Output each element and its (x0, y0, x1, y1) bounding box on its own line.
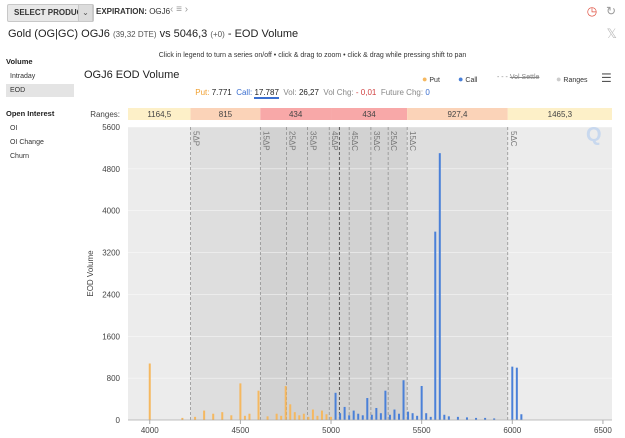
call-bar (366, 398, 369, 420)
call-bar (357, 413, 360, 420)
delta-line-label: 35ΔP (308, 131, 317, 151)
put-bar (298, 415, 301, 420)
put-bar (275, 413, 278, 420)
call-bar (388, 414, 391, 420)
y-tick-label: 1600 (102, 332, 120, 341)
put-bar (311, 409, 314, 420)
put-bar (203, 410, 206, 420)
put-bar (239, 383, 242, 420)
put-bar (266, 416, 269, 420)
range-band-label: 1164,5 (147, 110, 171, 119)
range-band-label: 815 (219, 110, 233, 119)
x-tick-label: 5000 (322, 426, 340, 435)
call-bar (343, 406, 346, 420)
range-band-label: 434 (289, 110, 303, 119)
put-bar (221, 412, 224, 420)
put-bar (230, 415, 233, 420)
call-bar (375, 407, 378, 420)
put-bar (248, 413, 251, 420)
call-bar (447, 416, 450, 420)
x-tick-label: 5500 (413, 426, 431, 435)
call-bar (370, 414, 373, 420)
put-bar (257, 390, 260, 420)
call-bar (398, 413, 401, 420)
put-bar (316, 415, 319, 420)
y-tick-label: 5600 (102, 123, 120, 132)
call-bar (425, 413, 428, 420)
x-tick-label: 6000 (503, 426, 521, 435)
range-band-label: 434 (362, 110, 376, 119)
delta-line-label: 15ΔC (408, 131, 417, 151)
call-bar (348, 415, 351, 420)
y-tick-label: 3200 (102, 249, 120, 258)
delta-line-label: 35ΔC (372, 131, 381, 151)
delta-line-label: 45ΔP (330, 131, 339, 151)
call-bar (384, 390, 387, 420)
shade-band (331, 127, 408, 420)
call-bar (420, 385, 423, 420)
put-bar (325, 414, 328, 420)
y-tick-label: 4000 (102, 207, 120, 216)
call-bar (438, 153, 441, 421)
call-bar (339, 413, 342, 420)
range-band-label: 1465,3 (548, 110, 573, 119)
call-bar (520, 414, 523, 420)
delta-line-label: 25ΔC (389, 131, 398, 151)
call-bar (407, 411, 410, 420)
x-tick-label: 6500 (594, 426, 612, 435)
y-tick-label: 4800 (102, 165, 120, 174)
put-bar (284, 385, 287, 420)
call-bar (411, 413, 414, 420)
delta-line-label: 45ΔC (350, 131, 359, 151)
shade-band (128, 127, 191, 420)
call-bar (443, 414, 446, 420)
put-bar (293, 412, 296, 420)
put-bar (330, 416, 333, 420)
x-tick-label: 4000 (141, 426, 159, 435)
call-bar (416, 415, 419, 420)
call-bar (361, 415, 364, 420)
y-tick-label: 2400 (102, 290, 120, 299)
put-bar (307, 416, 310, 420)
range-band-label: 927,4 (447, 110, 468, 119)
watermark-logo: Q (586, 124, 602, 146)
put-bar (289, 404, 292, 420)
ranges-label: Ranges: (90, 110, 120, 119)
delta-line-label: 25ΔP (288, 131, 297, 151)
put-bar (280, 415, 283, 420)
call-bar (511, 366, 514, 420)
put-bar (302, 413, 305, 420)
call-bar (429, 416, 432, 420)
shade-band (260, 127, 332, 420)
put-bar (148, 363, 151, 420)
y-axis-label: EOD Volume (86, 250, 95, 297)
delta-line-label: 5ΔP (192, 131, 201, 146)
delta-line-label: 15ΔP (261, 131, 270, 151)
call-bar (379, 413, 382, 420)
delta-line-label: 5ΔC (509, 131, 518, 147)
call-bar (456, 416, 459, 420)
eod-volume-chart[interactable]: Ranges: 1164,5 815 434 434 927,4 1465,3 5ΔP 15ΔP… (0, 0, 625, 438)
call-bar (352, 410, 355, 420)
call-bar (402, 380, 405, 420)
call-bar (393, 409, 396, 420)
put-bar (320, 410, 323, 420)
call-bar (334, 392, 337, 420)
shade-band (190, 127, 261, 420)
put-bar (212, 413, 215, 420)
put-bar (194, 416, 197, 420)
y-tick-label: 800 (107, 374, 121, 383)
put-bar (243, 415, 246, 420)
shade-band (507, 127, 612, 420)
call-bar (434, 231, 437, 420)
x-tick-label: 4500 (231, 426, 249, 435)
shade-band (407, 127, 508, 420)
call-bar (515, 367, 518, 420)
y-tick-label: 0 (116, 416, 121, 425)
